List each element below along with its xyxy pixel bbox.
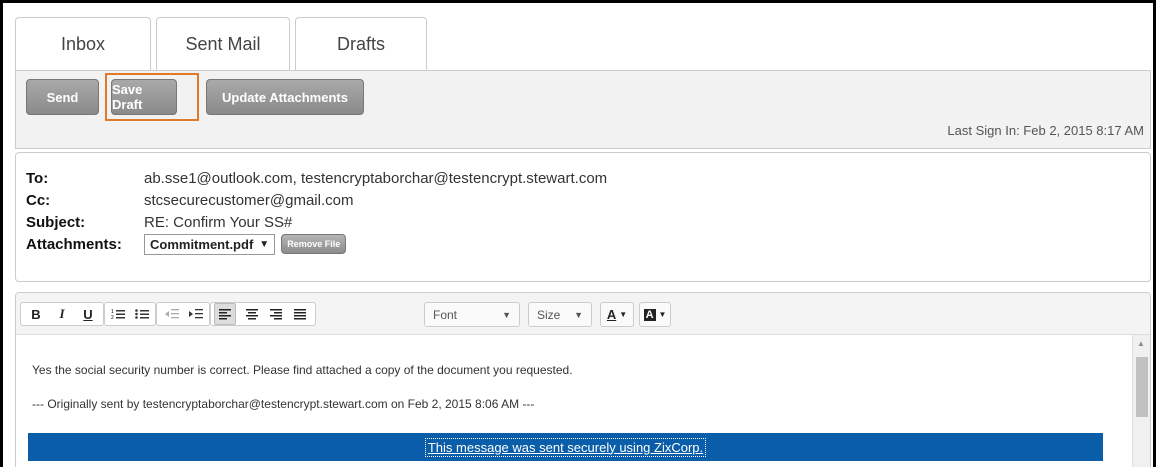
align-justify-icon[interactable] xyxy=(290,303,310,325)
update-attachments-button[interactable]: Update Attachments xyxy=(206,79,364,115)
mail-tabs: Inbox Sent Mail Drafts xyxy=(15,17,427,73)
caret-down-icon: ▼ xyxy=(574,309,583,320)
ordered-list-icon[interactable]: 12 xyxy=(108,303,128,325)
bold-button[interactable]: B xyxy=(26,303,46,325)
body-line-2: --- Originally sent by testencryptaborch… xyxy=(32,397,535,411)
italic-button[interactable]: I xyxy=(52,303,72,325)
caret-down-icon: ▼ xyxy=(502,309,511,320)
attachments-label: Attachments: xyxy=(26,235,122,253)
outdent-icon[interactable] xyxy=(162,303,182,325)
tab-drafts[interactable]: Drafts xyxy=(295,17,427,71)
caret-down-icon: ▼ xyxy=(619,310,628,319)
font-color-button[interactable]: A ▼ xyxy=(600,302,634,327)
font-select[interactable]: Font ▼ xyxy=(424,302,520,327)
send-button[interactable]: Send xyxy=(26,79,99,115)
subject-label: Subject: xyxy=(26,213,86,231)
font-color-icon: A xyxy=(606,307,617,322)
cc-value[interactable]: stcsecurecustomer@gmail.com xyxy=(144,192,353,209)
zixcorp-link[interactable]: This message was sent securely using Zix… xyxy=(424,437,707,457)
app-frame: Inbox Sent Mail Drafts Send Save Draft U… xyxy=(3,3,1153,467)
subject-value[interactable]: RE: Confirm Your SS# xyxy=(144,214,292,231)
zixcorp-banner: This message was sent securely using Zix… xyxy=(28,433,1103,461)
tab-sent-mail[interactable]: Sent Mail xyxy=(156,17,290,71)
caret-down-icon: ▼ xyxy=(658,310,667,319)
message-editor: B I U 12 Font ▼ Size ▼ A ▼ A ▼ Yes the s… xyxy=(15,292,1151,467)
attachment-selected: Commitment.pdf xyxy=(150,236,254,252)
align-left-icon[interactable] xyxy=(214,303,236,325)
font-select-label: Font xyxy=(433,307,458,322)
cc-row: Cc: stcsecurecustomer@gmail.com xyxy=(26,189,353,211)
cc-label: Cc: xyxy=(26,191,51,209)
attachments-row: Attachments: Commitment.pdf ▼ Remove Fil… xyxy=(26,233,347,255)
save-draft-button[interactable]: Save Draft xyxy=(111,79,177,115)
background-color-icon: A xyxy=(643,308,656,321)
underline-button[interactable]: U xyxy=(78,303,98,325)
last-sign-in: Last Sign In: Feb 2, 2015 8:17 AM xyxy=(947,123,1144,138)
attachment-select[interactable]: Commitment.pdf ▼ xyxy=(144,233,276,255)
align-center-icon[interactable] xyxy=(242,303,262,325)
size-select[interactable]: Size ▼ xyxy=(528,302,592,327)
to-label: To: xyxy=(26,169,49,187)
subject-row: Subject: RE: Confirm Your SS# xyxy=(26,211,292,233)
body-line-1: Yes the social security number is correc… xyxy=(32,363,573,377)
to-row: To: ab.sse1@outlook.com, testencryptabor… xyxy=(26,167,607,189)
background-color-button[interactable]: A ▼ xyxy=(639,302,671,327)
message-header-fields: To: ab.sse1@outlook.com, testencryptabor… xyxy=(15,152,1151,282)
tab-inbox[interactable]: Inbox xyxy=(15,17,151,71)
to-value[interactable]: ab.sse1@outlook.com, testencryptaborchar… xyxy=(144,170,607,187)
size-select-label: Size xyxy=(537,307,561,322)
editor-toolbar: B I U 12 Font ▼ Size ▼ A ▼ A ▼ xyxy=(16,293,1150,335)
editor-scrollbar[interactable]: ▲ xyxy=(1132,335,1150,467)
align-right-icon[interactable] xyxy=(266,303,286,325)
indent-icon[interactable] xyxy=(186,303,206,325)
scroll-up-icon[interactable]: ▲ xyxy=(1137,339,1145,348)
unordered-list-icon[interactable] xyxy=(132,303,152,325)
scrollbar-thumb[interactable] xyxy=(1136,357,1148,417)
dropdown-arrow-icon: ▼ xyxy=(259,238,270,250)
svg-text:2: 2 xyxy=(111,315,114,320)
compose-toolbar: Send Save Draft Update Attachments Last … xyxy=(15,70,1151,149)
remove-file-button[interactable]: Remove File xyxy=(281,234,347,254)
